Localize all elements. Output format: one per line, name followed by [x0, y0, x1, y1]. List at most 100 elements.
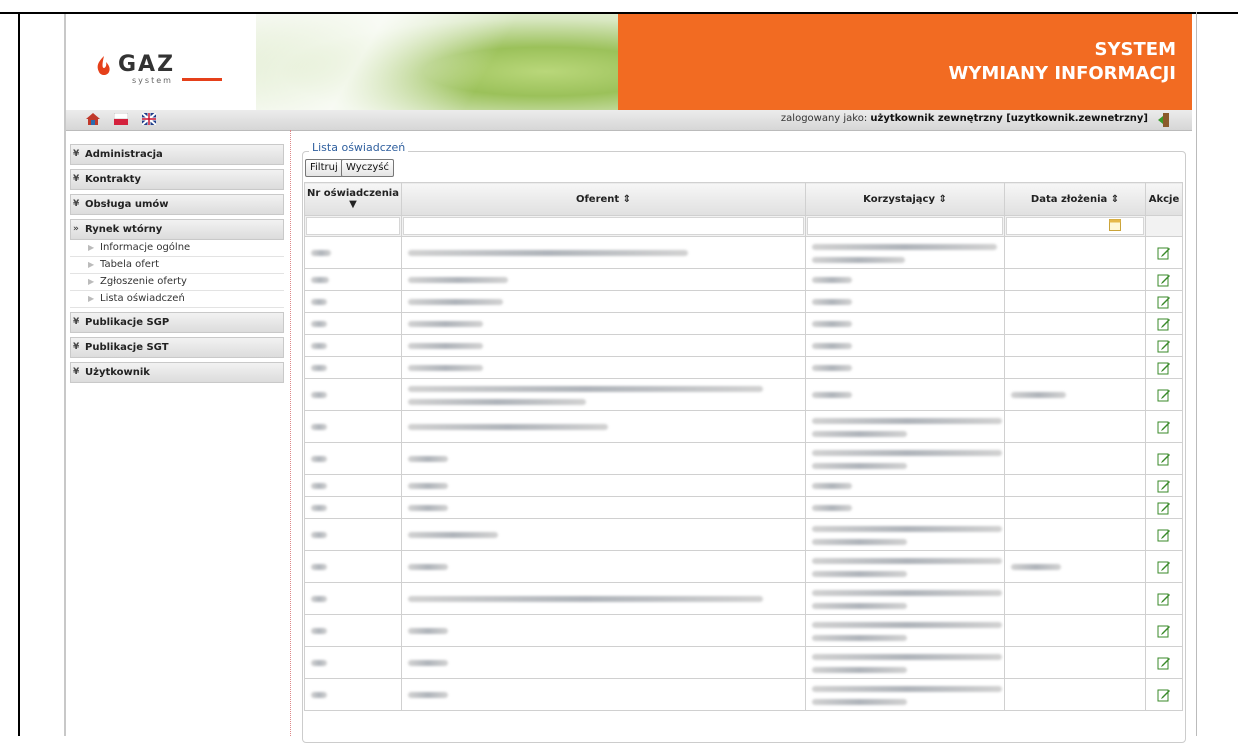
edit-icon[interactable] — [1157, 273, 1171, 287]
table-row — [304, 474, 1183, 497]
cell-korzystajacy — [805, 312, 1005, 335]
filter-date-input[interactable] — [1006, 217, 1144, 235]
cell-oferent — [401, 518, 806, 551]
cell-korzystajacy — [805, 290, 1005, 313]
chevron-down-icon: ¥ — [73, 199, 80, 209]
redacted-text — [408, 564, 448, 570]
cell-akcje — [1145, 442, 1183, 475]
cell-korzystajacy — [805, 268, 1005, 291]
cell-oferent — [401, 312, 806, 335]
edit-icon[interactable] — [1157, 361, 1171, 375]
table-row — [304, 290, 1183, 313]
redacted-text — [311, 277, 329, 283]
redacted-text — [812, 449, 1002, 456]
redacted-text — [408, 532, 498, 538]
col-header-data-zlozenia[interactable]: Data złożenia ⇕ — [1004, 182, 1146, 216]
sidebar-item-uzytkownik[interactable]: ¥ Użytkownik — [70, 362, 284, 383]
filter-button[interactable]: Filtruj — [305, 159, 343, 177]
edit-icon[interactable] — [1157, 479, 1171, 493]
cell-data-zlozenia — [1004, 356, 1146, 379]
uk-flag-icon[interactable] — [142, 113, 156, 125]
edit-icon[interactable] — [1157, 560, 1171, 574]
redacted-text — [311, 424, 327, 430]
edit-icon[interactable] — [1157, 452, 1171, 466]
redacted-text — [812, 653, 1002, 660]
clear-button[interactable]: Wyczyść — [341, 159, 395, 177]
sidebar-item-administracja[interactable]: ¥ Administracja — [70, 144, 284, 165]
polish-flag-icon[interactable] — [114, 113, 128, 125]
redacted-text — [812, 621, 1002, 628]
edit-icon[interactable] — [1157, 501, 1171, 515]
edit-icon[interactable] — [1157, 339, 1171, 353]
cell-oferent — [401, 614, 806, 647]
filter-korzystajacy-input[interactable] — [807, 217, 1003, 235]
cell-oferent — [401, 268, 806, 291]
cell-oferent — [401, 410, 806, 443]
edit-icon[interactable] — [1157, 295, 1171, 309]
sidebar-item-publikacje-sgp[interactable]: ¥ Publikacje SGP — [70, 312, 284, 333]
cell-oferent — [401, 334, 806, 357]
app-header: SYSTEM WYMIANY INFORMACJI GAZ system — [66, 14, 1192, 110]
redacted-text — [311, 456, 327, 462]
edit-icon[interactable] — [1157, 528, 1171, 542]
cell-data-zlozenia — [1004, 334, 1146, 357]
redacted-text — [812, 685, 1002, 692]
col-header-korzystajacy[interactable]: Korzystający ⇕ — [805, 182, 1005, 216]
logged-in-info: zalogowany jako: użytkownik zewnętrzny [… — [780, 113, 1148, 124]
redacted-text — [311, 628, 327, 634]
cell-data-zlozenia — [1004, 236, 1146, 269]
content-divider — [290, 130, 291, 736]
redacted-text — [812, 321, 852, 327]
sidebar-item-obsluga-umow[interactable]: ¥ Obsługa umów — [70, 194, 284, 215]
filter-oferent-input[interactable] — [403, 217, 804, 235]
redacted-text — [812, 557, 1002, 564]
cell-nr — [304, 474, 402, 497]
cell-nr — [304, 614, 402, 647]
edit-icon[interactable] — [1157, 388, 1171, 402]
table-row — [304, 518, 1183, 551]
right-frame-line — [1196, 12, 1197, 736]
redacted-text — [1011, 564, 1061, 570]
submenu-item-informacje-ogolne[interactable]: ▶ Informacje ogólne — [70, 240, 284, 257]
table-row — [304, 268, 1183, 291]
table-header-row: Nr oświadczenia ▼ Oferent ⇕ Korzystający… — [304, 182, 1183, 216]
table-row — [304, 334, 1183, 357]
sidebar-item-rynek-wtorny[interactable]: » Rynek wtórny — [70, 219, 284, 240]
logout-icon[interactable] — [1158, 113, 1170, 127]
redacted-text — [311, 505, 327, 511]
edit-icon[interactable] — [1157, 246, 1171, 260]
cell-akcje — [1145, 614, 1183, 647]
cell-korzystajacy — [805, 582, 1005, 615]
submenu-item-lista-oswiadczen[interactable]: ▶ Lista oświadczeń — [70, 291, 284, 308]
chevron-right-icon: » — [73, 224, 79, 234]
header-orange-panel: SYSTEM WYMIANY INFORMACJI — [618, 14, 1192, 110]
cell-akcje — [1145, 646, 1183, 679]
sidebar-item-kontrakty[interactable]: ¥ Kontrakty — [70, 169, 284, 190]
edit-icon[interactable] — [1157, 656, 1171, 670]
col-header-oferent[interactable]: Oferent ⇕ — [401, 182, 806, 216]
home-icon[interactable] — [86, 113, 100, 125]
table-row — [304, 378, 1183, 411]
cell-akcje — [1145, 678, 1183, 711]
submenu-item-tabela-ofert[interactable]: ▶ Tabela ofert — [70, 257, 284, 274]
cell-korzystajacy — [805, 410, 1005, 443]
edit-icon[interactable] — [1157, 624, 1171, 638]
edit-icon[interactable] — [1157, 592, 1171, 606]
submenu-item-zgloszenie-oferty[interactable]: ▶ Zgłoszenie oferty — [70, 274, 284, 291]
redacted-text — [812, 277, 852, 283]
cell-nr — [304, 290, 402, 313]
cell-oferent — [401, 582, 806, 615]
edit-icon[interactable] — [1157, 420, 1171, 434]
sidebar-item-publikacje-sgt[interactable]: ¥ Publikacje SGT — [70, 337, 284, 358]
redacted-text — [408, 398, 586, 405]
col-header-nr[interactable]: Nr oświadczenia ▼ — [304, 182, 402, 216]
left-frame-line — [18, 12, 20, 736]
redacted-text — [812, 417, 1002, 424]
triangle-icon: ▶ — [88, 260, 95, 269]
edit-icon[interactable] — [1157, 688, 1171, 702]
calendar-icon[interactable] — [1109, 219, 1121, 231]
cell-nr — [304, 518, 402, 551]
filter-nr-input[interactable] — [306, 217, 400, 235]
cell-data-zlozenia — [1004, 290, 1146, 313]
edit-icon[interactable] — [1157, 317, 1171, 331]
